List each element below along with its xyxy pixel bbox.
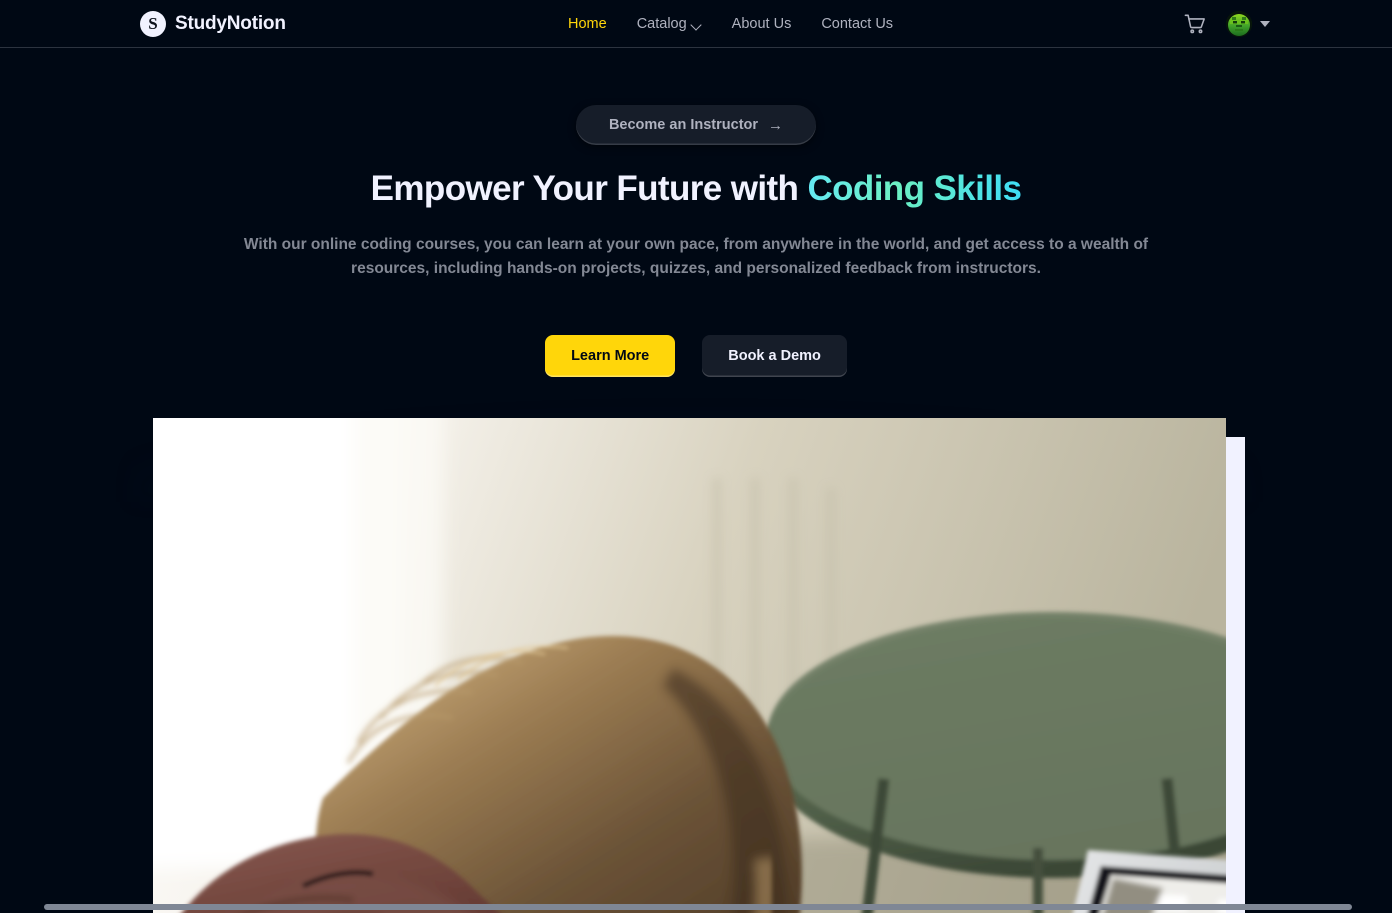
- nav-link-about-us-label: About Us: [731, 15, 792, 32]
- chevron-down-icon: [1260, 20, 1270, 27]
- arrow-right-icon: →: [768, 116, 784, 134]
- hero-subtitle: With our online coding courses, you can …: [243, 236, 1149, 278]
- user-menu[interactable]: [1226, 10, 1270, 37]
- studynotion-logo-icon: S: [140, 10, 166, 37]
- avatar: [1226, 10, 1252, 37]
- hero-section: Become an Instructor → Empower Your Futu…: [0, 48, 1392, 378]
- avatar-image: [1226, 10, 1252, 37]
- horizontal-scrollbar-track[interactable]: [0, 901, 1392, 913]
- navbar-actions: [1184, 10, 1270, 37]
- nav-link-contact-us-label: Contact Us: [821, 15, 894, 32]
- hero-title-plain: Empower Your Future with: [370, 169, 808, 208]
- brand-name: StudyNotion: [175, 12, 286, 34]
- brand-logo[interactable]: S StudyNotion: [140, 10, 286, 37]
- horizontal-scrollbar-thumb[interactable]: [44, 904, 1352, 910]
- nav-link-catalog[interactable]: Catalog: [637, 16, 702, 32]
- nav-link-catalog-label: Catalog: [636, 15, 687, 32]
- nav-links: Home Catalog About Us Contact Us: [568, 16, 893, 32]
- hero-cta-row: Learn More Book a Demo: [0, 335, 1392, 378]
- nav-link-contact-us[interactable]: Contact Us: [821, 16, 893, 32]
- page-root: S StudyNotion Home Catalog About Us Cont…: [0, 0, 1392, 913]
- nav-link-home-label: Home: [568, 15, 607, 32]
- shopping-cart-icon[interactable]: [1184, 13, 1206, 35]
- top-navbar: S StudyNotion Home Catalog About Us Cont…: [0, 0, 1392, 48]
- book-a-demo-button[interactable]: Book a Demo: [702, 335, 847, 378]
- become-an-instructor-button[interactable]: Become an Instructor →: [575, 105, 817, 145]
- nav-link-about-us[interactable]: About Us: [732, 16, 792, 32]
- learn-more-button[interactable]: Learn More: [545, 335, 676, 378]
- nav-link-home[interactable]: Home: [568, 16, 607, 32]
- chevron-down-icon: [691, 19, 702, 30]
- hero-video-stage: [131, 382, 1248, 913]
- hero-video-frame: [153, 418, 1226, 913]
- page-title: Empower Your Future with Coding Skills: [0, 169, 1392, 209]
- hero-video[interactable]: [153, 418, 1226, 913]
- become-an-instructor-label: Become an Instructor: [608, 117, 759, 133]
- hero-title-gradient: Coding Skills: [807, 169, 1022, 208]
